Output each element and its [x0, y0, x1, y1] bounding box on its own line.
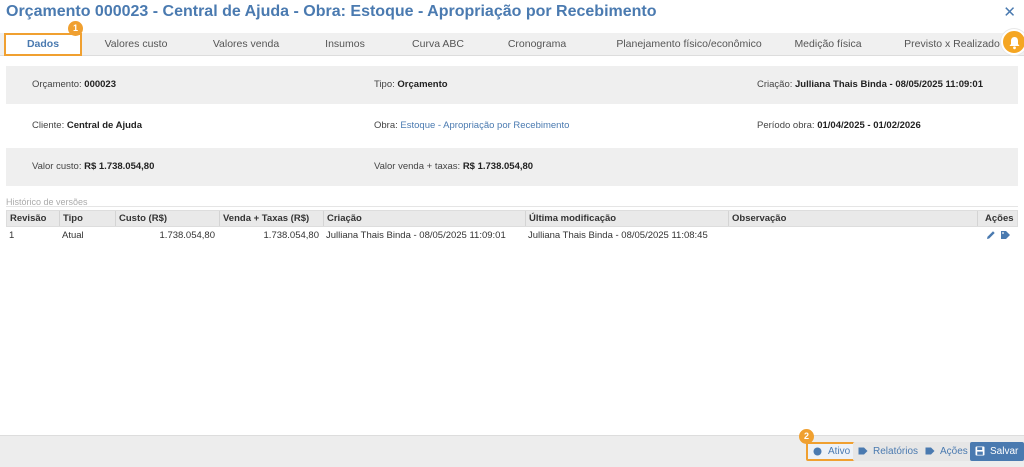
tab-cronograma[interactable]: Cronograma — [493, 33, 581, 56]
info-row-1: Orçamento: 000023 Tipo: Orçamento Criaçã… — [6, 66, 1018, 104]
tag-icon[interactable] — [1000, 230, 1011, 240]
tab-medicao-fisica[interactable]: Medição física — [782, 33, 874, 56]
col-ultima-modificacao[interactable]: Última modificação — [526, 211, 729, 226]
cell-tipo: Atual — [62, 230, 84, 241]
info-obra: Obra: Estoque - Apropriação por Recebime… — [374, 120, 570, 131]
footer-step-badge: 2 — [799, 429, 814, 444]
cell-venda: 1.738.054,80 — [263, 230, 319, 241]
info-row-3: Valor custo: R$ 1.738.054,80 Valor venda… — [6, 148, 1018, 186]
window-title: Orçamento 000023 - Central de Ajuda - Ob… — [6, 3, 657, 20]
col-revisao[interactable]: Revisão — [7, 211, 60, 226]
col-tipo[interactable]: Tipo — [60, 211, 116, 226]
bell-icon — [1009, 37, 1020, 50]
info-valor-custo: Valor custo: R$ 1.738.054,80 — [32, 161, 155, 172]
cell-criacao: Julliana Thais Binda - 08/05/2025 11:09:… — [326, 230, 506, 241]
tag-icon — [925, 447, 935, 455]
cell-ultima-modificacao: Julliana Thais Binda - 08/05/2025 11:08:… — [528, 230, 708, 241]
col-acoes: Ações — [985, 213, 1014, 224]
cell-observacao — [728, 227, 977, 244]
status-label: Ativo — [828, 446, 851, 457]
table-row[interactable]: 1 Atual 1.738.054,80 1.738.054,80 Jullia… — [6, 227, 1018, 244]
table-header: Revisão Tipo Custo (R$) Venda + Taxas (R… — [6, 210, 1018, 227]
info-tipo: Tipo: Orçamento — [374, 79, 448, 90]
info-criacao: Criação: Julliana Thais Binda - 08/05/20… — [757, 79, 984, 90]
acoes-button[interactable]: Ações — [920, 442, 974, 461]
save-button[interactable]: Salvar — [970, 442, 1024, 461]
info-cliente: Cliente: Central de Ajuda — [32, 120, 142, 131]
tag-icon — [858, 447, 868, 455]
col-criacao[interactable]: Criação — [324, 211, 526, 226]
history-table: Revisão Tipo Custo (R$) Venda + Taxas (R… — [6, 210, 1018, 244]
col-venda[interactable]: Venda + Taxas (R$) — [220, 211, 324, 226]
divider — [6, 206, 1018, 207]
cell-revisao: 1 — [9, 230, 15, 241]
obra-link[interactable]: Estoque - Apropriação por Recebimento — [400, 120, 569, 131]
tab-valores-venda[interactable]: Valores venda — [198, 33, 294, 56]
info-orcamento: Orçamento: 000023 — [32, 79, 116, 90]
tab-step-badge: 1 — [68, 21, 83, 36]
pencil-icon[interactable] — [986, 230, 996, 240]
tab-previsto-realizado[interactable]: Previsto x Realizado — [896, 33, 1008, 56]
tab-valores-custo[interactable]: Valores custo — [88, 33, 184, 56]
title-bar: Orçamento 000023 - Central de Ajuda - Ob… — [0, 0, 1024, 28]
footer-bar: Ativo Relatórios Ações Salvar — [0, 435, 1024, 467]
info-periodo: Período obra: 01/04/2025 - 01/02/2026 — [757, 120, 921, 131]
col-custo[interactable]: Custo (R$) — [116, 211, 220, 226]
close-icon[interactable]: ✕ — [1003, 3, 1016, 21]
info-row-2: Cliente: Central de Ajuda Obra: Estoque … — [6, 107, 1018, 145]
notification-button[interactable] — [1001, 29, 1024, 55]
tab-curva-abc[interactable]: Curva ABC — [395, 33, 481, 56]
tab-planejamento[interactable]: Planejamento físico/econômico — [608, 33, 770, 56]
tab-bar: Dados Valores custo Valores venda Insumo… — [0, 33, 1024, 56]
status-button[interactable]: Ativo — [806, 442, 859, 461]
tab-dados[interactable]: Dados — [4, 33, 82, 56]
row-actions — [986, 230, 1011, 241]
col-observacao[interactable]: Observação — [729, 211, 978, 226]
status-dot-icon — [813, 447, 822, 456]
info-valor-venda: Valor venda + taxas: R$ 1.738.054,80 — [374, 161, 534, 172]
tab-insumos[interactable]: Insumos — [305, 33, 385, 56]
cell-custo: 1.738.054,80 — [159, 230, 215, 241]
acoes-label: Ações — [940, 446, 968, 457]
floppy-disk-icon — [975, 446, 985, 456]
save-label: Salvar — [990, 446, 1019, 457]
relatorios-button[interactable]: Relatórios — [853, 442, 925, 461]
relatorios-label: Relatórios — [873, 446, 919, 457]
